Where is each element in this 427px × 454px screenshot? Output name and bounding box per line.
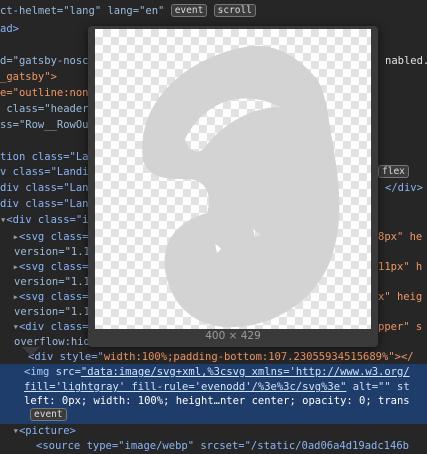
dom-line-source[interactable]: <source type="image/webp" srcset="/stati… [0,439,427,454]
dom-line-text: e="outline:none [0,87,95,99]
event-badge[interactable]: event [170,4,208,17]
dom-fragment-svg3: x" heig [378,291,423,303]
dom-line-text: <source type="image/webp" srcset="/stati… [36,440,409,452]
collapse-triangle-icon[interactable]: ▾ [0,321,19,333]
placeholder-shape-image [142,45,340,328]
dom-line-text: ad> [0,23,19,35]
flex-badge[interactable]: flex [378,165,409,178]
selected-img-node[interactable]: <img src="data:image/svg+xml,%3csvg xmln… [0,365,427,380]
tooltip-pointer [22,347,40,356]
dom-line-text: tion class="Lan [0,151,95,163]
dom-line-text: <svg class=" [18,291,95,303]
dom-line-text: class="header_ [0,103,95,115]
event-badge-selected[interactable]: event [30,408,67,421]
dom-fragment-enabled: nabled. [385,55,427,67]
dom-line-text: <div class="in [6,214,95,226]
dom-line-text: <svg class=" [18,231,95,243]
dom-line-picture[interactable]: ▾<picture> [0,424,427,439]
dom-line-text: div class="Lan [0,198,89,210]
src-link[interactable]: "data:image/svg+xml,%3csvg xmlns='http:/… [81,366,410,378]
dom-line-text: <picture> [18,425,76,437]
collapse-triangle-icon[interactable]: ▾ [0,425,19,437]
dom-line-text: version="1.1 [14,306,90,318]
dom-line-text: <svg class=" [18,261,95,273]
dom-fragment-wrapper: pper" s [378,321,423,333]
selected-event-row: event [0,408,427,423]
dom-line-text: ct-helmet="lang" lang="en" [0,5,165,17]
dom-line-text: v class="Landi [0,166,89,178]
selected-img-node-line2[interactable]: fill='lightgray' fill-rule='evenodd'/%3e… [0,380,427,395]
image-preview-tooltip: 400 × 429 [88,26,378,347]
img-tag: <img [24,366,50,378]
dom-line-text: d="gatsby-nosc [0,55,89,67]
image-preview [95,29,371,329]
expand-triangle-icon[interactable]: ▸ [0,231,19,243]
scroll-badge[interactable]: scroll [213,4,256,17]
image-dimensions: 400 × 429 [205,330,261,342]
dom-line-helmet[interactable]: ct-helmet="lang" lang="en" event scroll [0,4,427,19]
expand-triangle-icon[interactable]: ▸ [0,291,19,303]
dom-line-text: _gatsby"> [0,71,57,83]
dom-line-text: version="1.1 [14,276,90,288]
dom-fragment-close-div: </div> [385,182,423,194]
dom-fragment-svg1: 8px" he [378,231,423,243]
dom-fragment-svg2: 11px" h [378,261,423,273]
dom-line-style-value: width:100%;padding-bottom:107.2305593451… [103,351,414,363]
dom-line-text: ss="Row__RowOu [0,119,89,131]
dom-line-text: <div class=" [18,321,95,333]
dom-line-text: div class="Lan [0,182,89,194]
flex-badge-row: flex [378,165,427,180]
expand-triangle-icon[interactable]: ▸ [0,261,19,273]
dom-line-padding-div[interactable]: <div style="width:100%;padding-bottom:10… [0,350,427,365]
selected-img-node-line3: left: 0px; width: 100%; height…nter cent… [24,395,410,407]
dom-line-text: version="1.1 [14,246,90,258]
